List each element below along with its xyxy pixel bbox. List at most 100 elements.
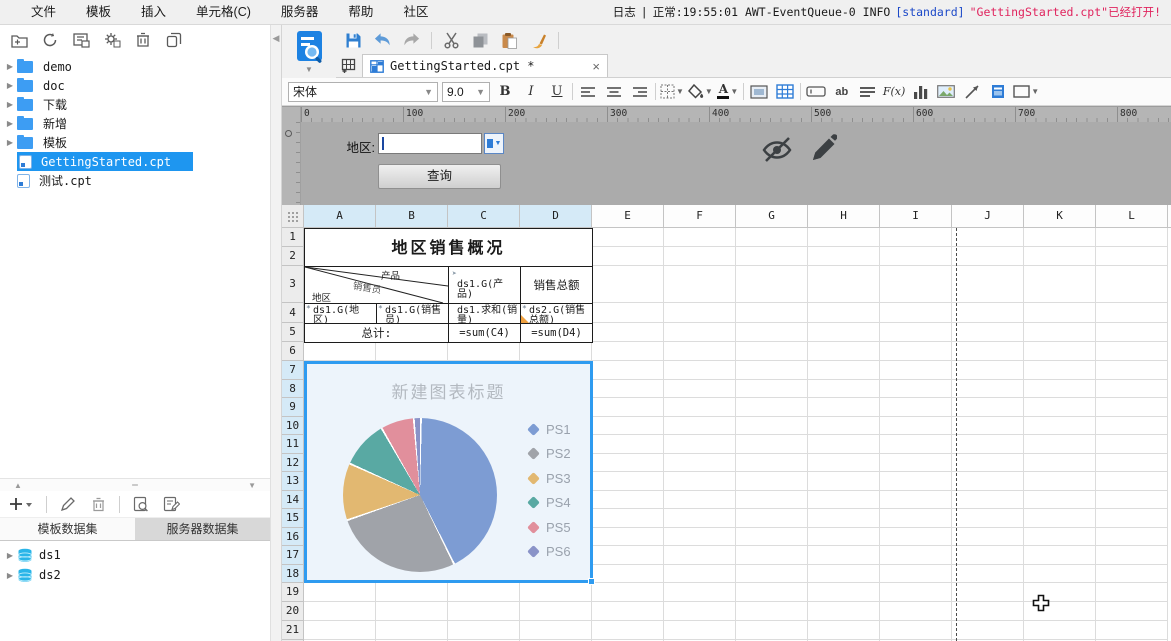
cell-d5[interactable]: =sum(D4) (521, 324, 593, 343)
cut-icon[interactable] (442, 31, 461, 50)
tree-folder-demo[interactable]: ▶ demo (0, 57, 270, 76)
cell-c5[interactable]: =sum(C4) (449, 324, 521, 343)
diagonal-header-cell[interactable]: 产品 销售员 地区 (305, 267, 449, 304)
line-button[interactable] (961, 81, 983, 103)
report-title-cell[interactable]: 地区销售概况 (305, 229, 593, 267)
column-header-L[interactable]: L (1096, 205, 1168, 227)
tree-folder-下载[interactable]: ▶ 下载 (0, 95, 270, 114)
menu-item-社区[interactable]: 社区 (388, 0, 443, 24)
format-painter-icon[interactable] (529, 31, 548, 50)
paste-icon[interactable] (500, 31, 519, 50)
new-report-icon[interactable] (336, 55, 362, 77)
expand-caret-icon[interactable]: ▶ (3, 119, 17, 128)
cell-a5[interactable]: 总计: (305, 324, 449, 343)
hide-pane-eye-icon[interactable] (761, 134, 793, 164)
expand-caret-icon[interactable]: ▶ (3, 571, 17, 580)
column-header-C[interactable]: C (448, 205, 520, 227)
edit-dataset-icon[interactable] (59, 495, 77, 513)
cell-c4[interactable]: ds1.求和(销量) (449, 304, 521, 324)
document-tab[interactable]: GettingStarted.cpt * × (362, 54, 608, 77)
batch-edit-dataset-icon[interactable] (162, 495, 180, 513)
align-left-button[interactable] (577, 81, 599, 103)
font-color-button[interactable]: A ▼ (717, 81, 739, 103)
tree-folder-doc[interactable]: ▶ doc (0, 76, 270, 95)
row-header-18[interactable]: 18 (282, 564, 303, 583)
expand-caret-icon[interactable]: ▶ (3, 100, 17, 109)
menu-item-单元格(C)[interactable]: 单元格(C) (181, 0, 266, 24)
dataset-tab-服务器数据集[interactable]: 服务器数据集 (135, 518, 270, 540)
pie-chart-widget[interactable]: 新建图表标题 PS1 PS2 PS3 PS4 PS5 PS6 (304, 361, 595, 585)
split-cells-button[interactable] (774, 81, 796, 103)
collapse-left-icon[interactable]: ◀ (271, 33, 281, 44)
row-header-7[interactable]: 7 (282, 361, 303, 380)
column-header-H[interactable]: H (808, 205, 880, 227)
row-header-20[interactable]: 20 (282, 602, 303, 621)
legend-item-PS4[interactable]: PS4 (527, 495, 571, 510)
column-header-A[interactable]: A (304, 205, 376, 227)
row-header-6[interactable]: 6 (282, 342, 303, 361)
legend-item-PS1[interactable]: PS1 (527, 422, 571, 437)
font-family-select[interactable]: 宋体 ▼ (288, 81, 438, 102)
row-header-1[interactable]: 1 (282, 228, 303, 247)
menu-item-帮助[interactable]: 帮助 (333, 0, 388, 24)
add-dataset-icon[interactable] (8, 495, 34, 513)
row-header-5[interactable]: 5 (282, 323, 303, 342)
dataset-item-ds2[interactable]: ▶ ds2 (0, 565, 270, 585)
pie-plot[interactable] (343, 418, 497, 572)
tree-folder-模板[interactable]: ▶ 模板 (0, 133, 270, 152)
log-button[interactable]: 日志 (613, 4, 636, 20)
copy-icon[interactable] (471, 31, 490, 50)
row-header-9[interactable]: 9 (282, 398, 303, 417)
delete-icon[interactable] (134, 31, 152, 49)
select-all-corner[interactable] (282, 205, 304, 228)
spreadsheet-grid[interactable]: 地区销售概况 产品 销售员 地区 ➤ ds1.G(产品) 销售总额 * ds1.… (304, 228, 1171, 641)
row-header-3[interactable]: 3 (282, 266, 303, 303)
border-button[interactable]: ▼ (660, 81, 684, 103)
copy-icon[interactable] (165, 31, 183, 49)
tree-file-测试.cpt[interactable]: 测试.cpt (0, 171, 270, 190)
row-header-14[interactable]: 14 (282, 490, 303, 509)
dataset-item-ds1[interactable]: ▶ ds1 (0, 545, 270, 565)
italic-button[interactable]: I (520, 81, 542, 103)
expand-caret-icon[interactable]: ▶ (3, 138, 17, 147)
row-header-12[interactable]: 12 (282, 453, 303, 472)
preview-button[interactable]: ▼ (282, 25, 336, 78)
preview-dropdown-caret[interactable]: ▼ (305, 65, 313, 74)
menu-item-服务器[interactable]: 服务器 (266, 0, 334, 24)
menu-item-模板[interactable]: 模板 (71, 0, 126, 24)
column-header-D[interactable]: D (520, 205, 592, 227)
row-header-17[interactable]: 17 (282, 546, 303, 565)
column-header-B[interactable]: B (376, 205, 448, 227)
new-folder-icon[interactable] (10, 31, 28, 49)
dataset-tab-模板数据集[interactable]: 模板数据集 (0, 518, 135, 540)
parameter-pane[interactable]: 地区: ▼ 查询 (301, 122, 1171, 205)
menu-item-插入[interactable]: 插入 (126, 0, 181, 24)
param-combo-button[interactable]: ▼ (484, 133, 504, 154)
align-right-button[interactable] (629, 81, 651, 103)
resize-handle[interactable] (588, 578, 595, 585)
cell-b4[interactable]: * ds1.G(销售员) (377, 304, 449, 324)
menu-item-文件[interactable]: 文件 (16, 0, 71, 24)
row-header-8[interactable]: 8 (282, 379, 303, 398)
row-header-4[interactable]: 4 (282, 303, 303, 323)
preview-dataset-icon[interactable] (132, 495, 150, 513)
undo-icon[interactable] (373, 31, 392, 50)
expand-caret-icon[interactable]: ▶ (3, 551, 17, 560)
query-button[interactable]: 查询 (378, 164, 501, 189)
panel-splitter[interactable]: ▲ ＝ ▼ (0, 478, 270, 491)
legend-item-PS5[interactable]: PS5 (527, 520, 571, 535)
row-header-21[interactable]: 21 (282, 621, 303, 640)
shape-button[interactable]: ▼ (1013, 81, 1039, 103)
chart-button[interactable] (909, 81, 931, 103)
cell-d3[interactable]: 销售总额 (521, 267, 593, 304)
font-size-select[interactable]: 9.0 ▼ (442, 81, 490, 102)
rich-text-button[interactable] (857, 81, 879, 103)
row-header-16[interactable]: 16 (282, 527, 303, 546)
legend-item-PS6[interactable]: PS6 (527, 544, 571, 559)
row-header-19[interactable]: 19 (282, 583, 303, 602)
row-header-13[interactable]: 13 (282, 472, 303, 491)
tree-file-GettingStarted.cpt[interactable]: GettingStarted.cpt (0, 152, 270, 171)
column-header-I[interactable]: I (880, 205, 952, 227)
column-header-G[interactable]: G (736, 205, 808, 227)
cell-d4[interactable]: * ds2.G(销售总额) (521, 304, 593, 324)
